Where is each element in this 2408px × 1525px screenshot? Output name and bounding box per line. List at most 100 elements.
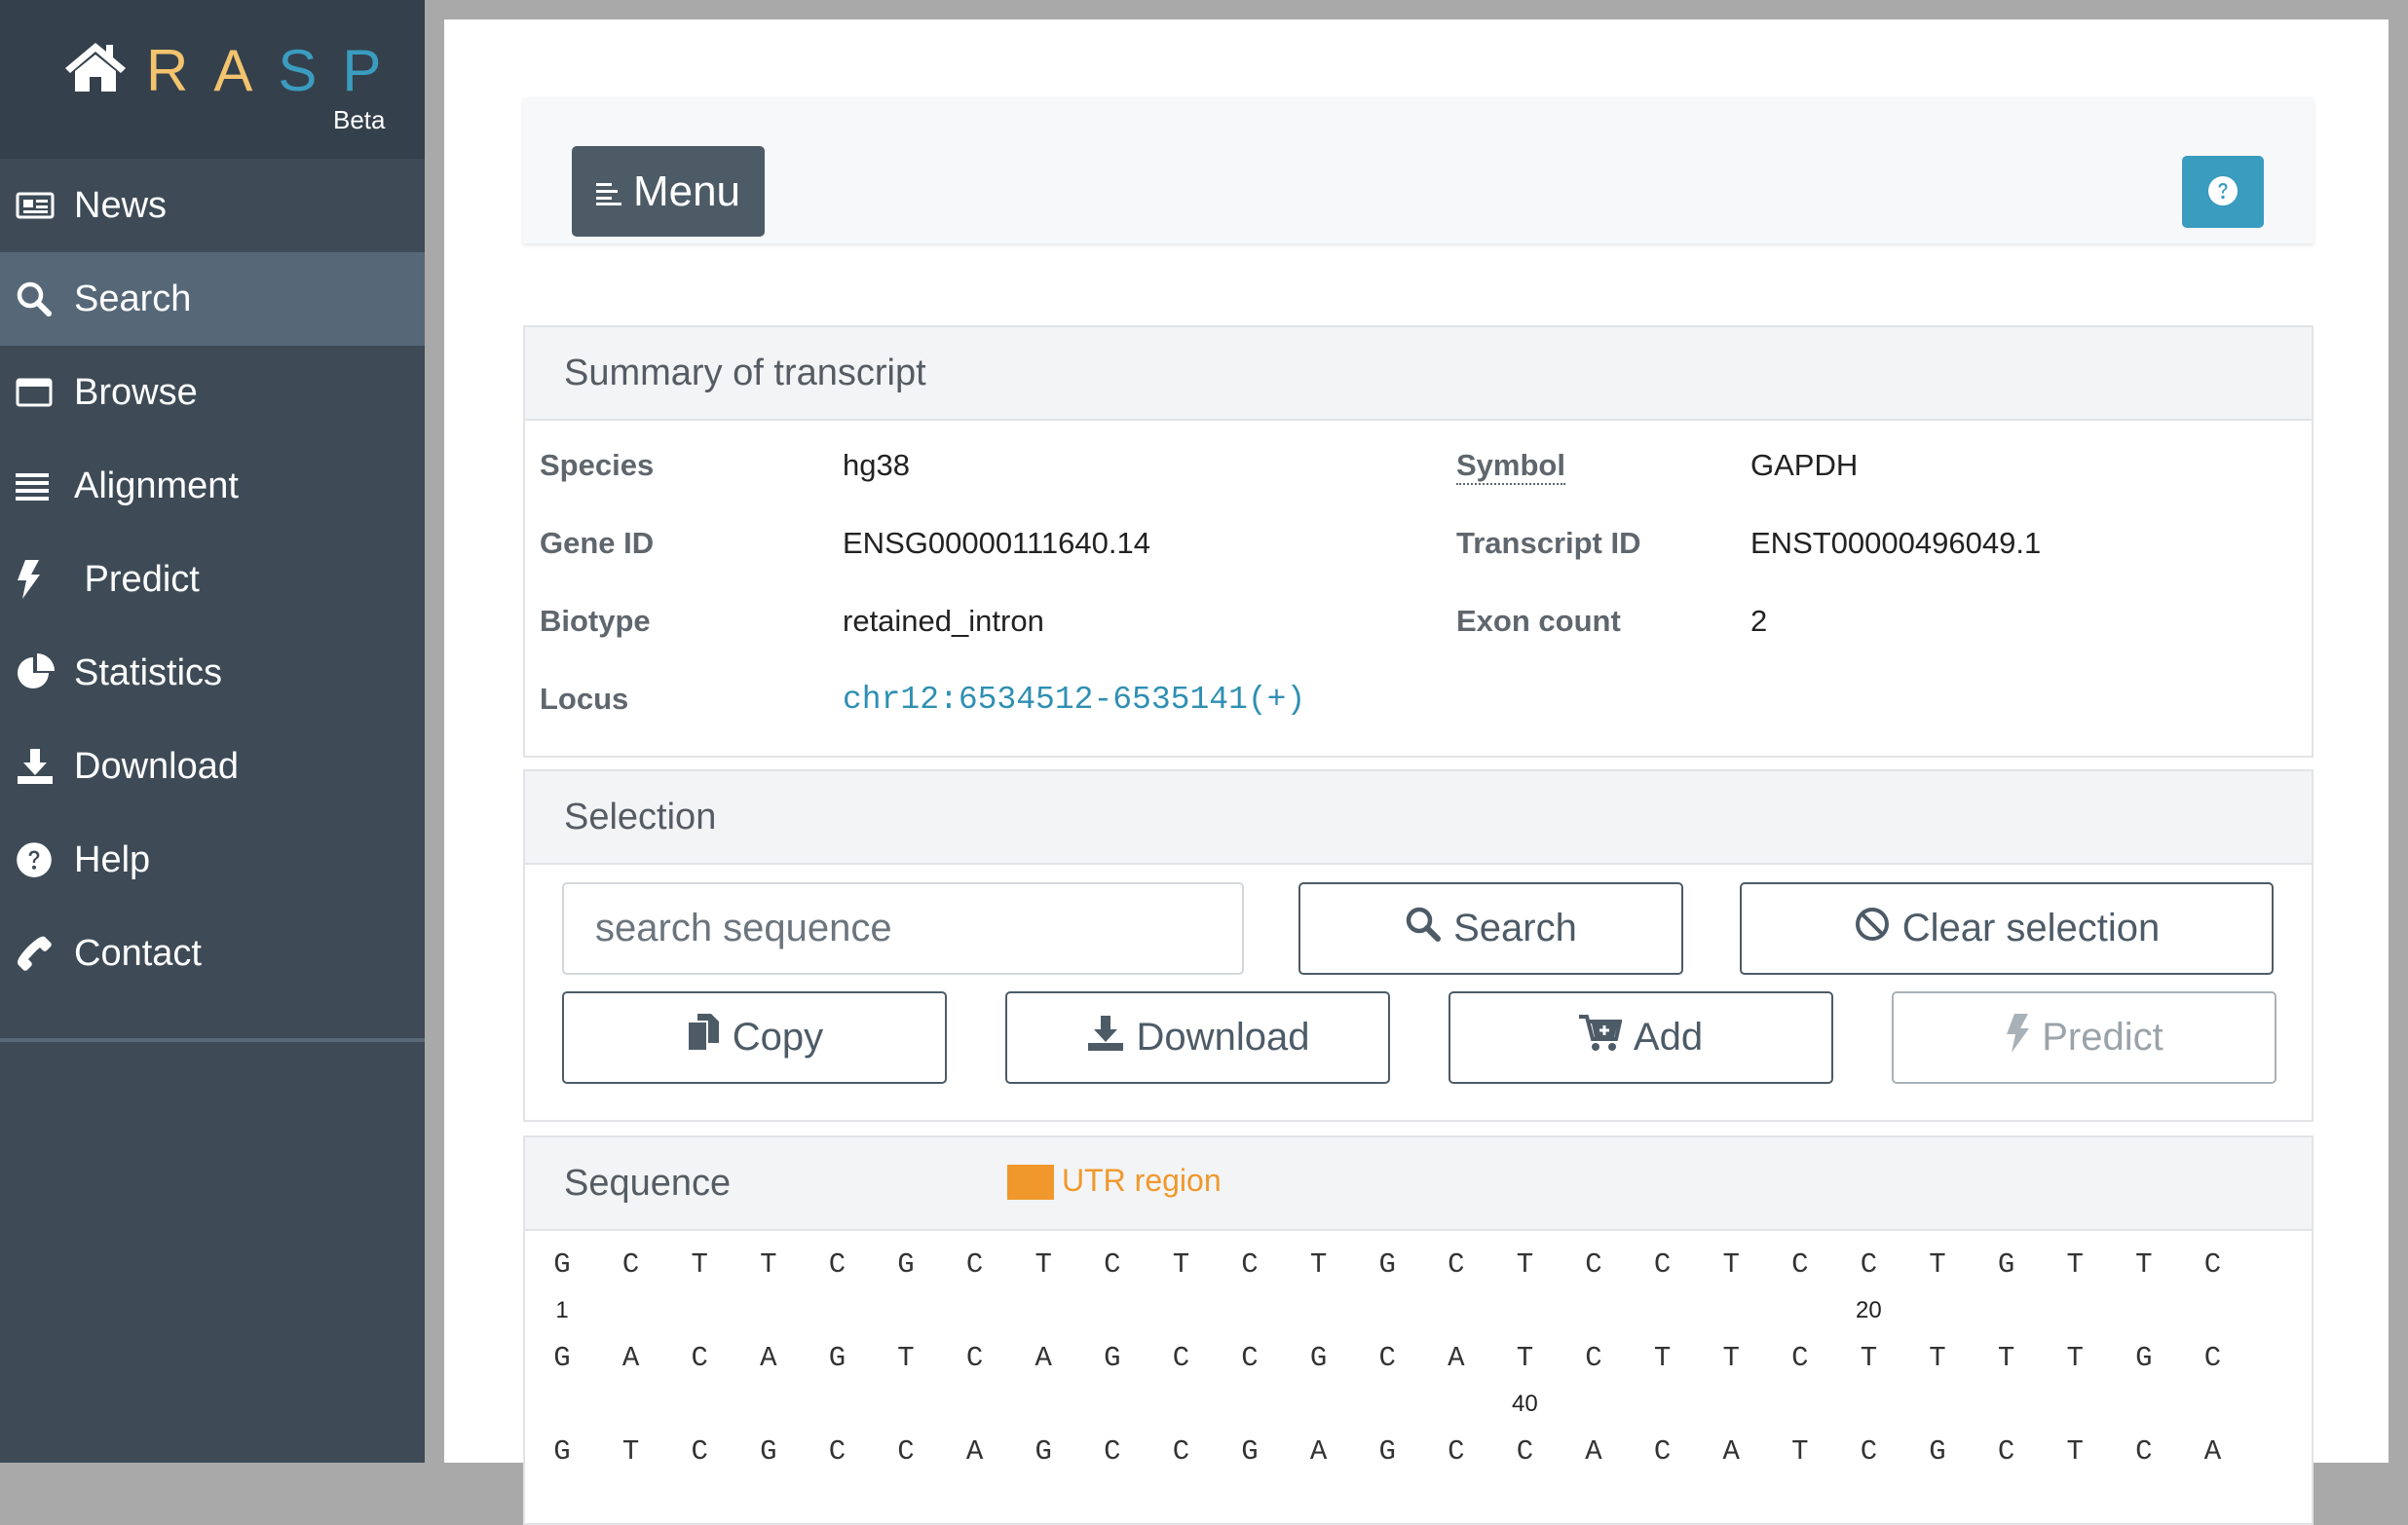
sidebar-item-contact[interactable]: Contact <box>0 907 425 1000</box>
nucleotide[interactable]: G <box>1987 1248 2026 1281</box>
sidebar-item-search[interactable]: Search <box>0 252 425 346</box>
search-button[interactable]: Search <box>1298 882 1683 975</box>
nucleotide[interactable]: C <box>1781 1342 1820 1374</box>
nucleotide[interactable]: C <box>1574 1248 1613 1281</box>
copy-button[interactable]: Copy <box>562 991 947 1084</box>
nucleotide[interactable]: C <box>1161 1342 1200 1374</box>
nucleotide[interactable]: G <box>543 1342 582 1374</box>
clear-selection-button[interactable]: Clear selection <box>1740 882 2274 975</box>
nucleotide[interactable]: T <box>1987 1342 2026 1374</box>
menu-button[interactable]: Menu <box>572 146 765 237</box>
nucleotide[interactable]: C <box>1574 1342 1613 1374</box>
locus-link[interactable]: chr12:6534512-6535141(+) <box>843 682 1305 718</box>
nucleotide[interactable]: C <box>956 1248 995 1281</box>
predict-button[interactable]: Predict <box>1892 991 2276 1084</box>
search-sequence-input[interactable]: search sequence <box>562 882 1244 975</box>
nucleotide[interactable]: G <box>1024 1435 1063 1468</box>
nucleotide[interactable]: T <box>1299 1248 1338 1281</box>
nucleotide[interactable]: C <box>612 1248 651 1281</box>
home-icon[interactable] <box>62 39 129 98</box>
nucleotide[interactable]: G <box>1368 1435 1407 1468</box>
nucleotide[interactable]: T <box>1918 1342 1957 1374</box>
nucleotide[interactable]: C <box>1230 1248 1269 1281</box>
nucleotide[interactable]: T <box>2055 1342 2094 1374</box>
nucleotide[interactable]: G <box>886 1248 925 1281</box>
nucleotide[interactable]: T <box>1505 1248 1544 1281</box>
nucleotide[interactable]: T <box>886 1342 925 1374</box>
nucleotide[interactable]: T <box>612 1435 651 1468</box>
symbol-label: Symbol <box>1456 448 1565 485</box>
nucleotide[interactable]: C <box>1368 1342 1407 1374</box>
nucleotide[interactable]: G <box>1299 1342 1338 1374</box>
sidebar-item-download[interactable]: Download <box>0 720 425 813</box>
nucleotide[interactable]: G <box>543 1435 582 1468</box>
nucleotide[interactable]: A <box>749 1342 788 1374</box>
nucleotide[interactable]: C <box>1987 1435 2026 1468</box>
nucleotide[interactable]: A <box>1574 1435 1613 1468</box>
nucleotide[interactable]: A <box>1437 1342 1476 1374</box>
nucleotide[interactable]: T <box>749 1248 788 1281</box>
nucleotide[interactable]: G <box>749 1435 788 1468</box>
nucleotide[interactable]: A <box>612 1342 651 1374</box>
nucleotide[interactable]: T <box>2055 1248 2094 1281</box>
nucleotide[interactable]: T <box>1849 1342 1888 1374</box>
nucleotide[interactable]: G <box>817 1342 856 1374</box>
add-button[interactable]: Add <box>1449 991 1833 1084</box>
nucleotide[interactable]: C <box>817 1248 856 1281</box>
nucleotide[interactable]: C <box>2193 1342 2232 1374</box>
nucleotide[interactable]: T <box>1161 1248 1200 1281</box>
nucleotide[interactable]: T <box>1712 1342 1750 1374</box>
transcript-id-value: ENST00000496049.1 <box>1750 526 2042 560</box>
nucleotide[interactable]: A <box>1024 1342 1063 1374</box>
nucleotide[interactable]: C <box>956 1342 995 1374</box>
nucleotide[interactable]: T <box>1712 1248 1750 1281</box>
download-button[interactable]: Download <box>1005 991 1390 1084</box>
nucleotide[interactable]: C <box>1505 1435 1544 1468</box>
nucleotide[interactable]: G <box>543 1248 582 1281</box>
nucleotide[interactable]: C <box>2125 1435 2163 1468</box>
nucleotide[interactable]: T <box>1918 1248 1957 1281</box>
sidebar-item-predict[interactable]: Predict <box>0 533 425 626</box>
nucleotide[interactable]: T <box>1024 1248 1063 1281</box>
sidebar-item-alignment[interactable]: Alignment <box>0 439 425 533</box>
nucleotide[interactable]: C <box>1093 1435 1132 1468</box>
nucleotide[interactable]: G <box>1918 1435 1957 1468</box>
nucleotide[interactable]: C <box>1781 1248 1820 1281</box>
nucleotide[interactable]: T <box>1643 1342 1682 1374</box>
sidebar-item-label: Contact <box>74 932 202 974</box>
nucleotide[interactable]: T <box>680 1248 719 1281</box>
nucleotide[interactable]: A <box>956 1435 995 1468</box>
nucleotide[interactable]: T <box>2125 1248 2163 1281</box>
sidebar-item-news[interactable]: News <box>0 159 425 252</box>
nucleotide[interactable]: C <box>1093 1248 1132 1281</box>
sidebar-item-browse[interactable]: Browse <box>0 346 425 439</box>
help-button[interactable] <box>2182 156 2264 228</box>
nucleotide[interactable]: A <box>1299 1435 1338 1468</box>
nucleotide[interactable]: C <box>886 1435 925 1468</box>
sidebar-item-help[interactable]: Help <box>0 813 425 907</box>
brand-letter-a: A <box>213 38 279 103</box>
nucleotide[interactable]: G <box>1093 1342 1132 1374</box>
nucleotide[interactable]: C <box>1437 1435 1476 1468</box>
nucleotide[interactable]: A <box>2193 1435 2232 1468</box>
nucleotide[interactable]: C <box>1643 1435 1682 1468</box>
nucleotide[interactable]: C <box>1161 1435 1200 1468</box>
nucleotide[interactable]: G <box>2125 1342 2163 1374</box>
nucleotide[interactable]: G <box>1230 1435 1269 1468</box>
nucleotide[interactable]: C <box>2193 1248 2232 1281</box>
sidebar-item-statistics[interactable]: Statistics <box>0 626 425 720</box>
nucleotide[interactable]: C <box>1849 1435 1888 1468</box>
nucleotide[interactable]: C <box>1230 1342 1269 1374</box>
nucleotide[interactable]: C <box>1849 1248 1888 1281</box>
nucleotide[interactable]: G <box>1368 1248 1407 1281</box>
nucleotide[interactable]: A <box>1712 1435 1750 1468</box>
nucleotide[interactable]: T <box>2055 1435 2094 1468</box>
nucleotide[interactable]: C <box>680 1435 719 1468</box>
nucleotide[interactable]: C <box>680 1342 719 1374</box>
nucleotide[interactable]: T <box>1781 1435 1820 1468</box>
brand-logo[interactable]: RASP <box>146 37 406 104</box>
nucleotide[interactable]: C <box>1643 1248 1682 1281</box>
nucleotide[interactable]: C <box>1437 1248 1476 1281</box>
nucleotide[interactable]: C <box>817 1435 856 1468</box>
nucleotide[interactable]: T <box>1505 1342 1544 1374</box>
